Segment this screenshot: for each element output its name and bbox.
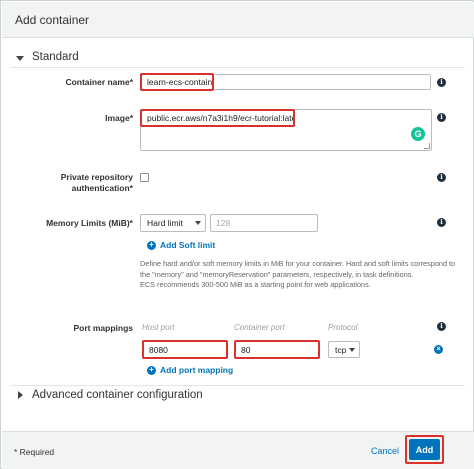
memory-help-line2: the "memory" and "memoryReservation" par… <box>140 269 414 279</box>
info-icon[interactable]: i <box>437 218 446 227</box>
plus-icon: + <box>147 240 156 250</box>
memory-help-line1: Define hard and/or soft memory limits in… <box>140 259 456 268</box>
grammarly-icon[interactable]: G <box>411 127 425 141</box>
container-port-value: 80 <box>241 344 251 355</box>
add-container-dialog: Add container Standard Container name* l… <box>0 0 474 469</box>
section-title-standard[interactable]: Standard <box>32 51 79 63</box>
container-name-input-extent[interactable] <box>214 74 431 90</box>
protocol-select[interactable]: tcp <box>328 341 360 358</box>
image-label: Image* <box>105 113 133 123</box>
image-value: public.ecr.aws/n7a3i1h9/ecr-tutorial:lat… <box>147 113 295 123</box>
memory-limit-placeholder: 128 <box>216 218 231 228</box>
container-port-input[interactable]: 80 <box>234 340 320 359</box>
memory-limit-type-select[interactable]: Hard limit <box>140 214 206 232</box>
chevron-down-icon <box>349 347 355 352</box>
memory-limits-label: Memory Limits (MiB)* <box>46 218 133 228</box>
add-port-mapping-label: Add port mapping <box>160 365 234 375</box>
info-icon[interactable]: i <box>437 173 446 182</box>
memory-limit-type-value: Hard limit <box>147 218 183 228</box>
protocol-column-header: Protocol <box>328 323 358 332</box>
info-icon[interactable]: i <box>437 113 446 122</box>
host-port-value: 8080 <box>149 344 168 355</box>
container-name-input[interactable]: learn-ecs-container <box>140 73 214 91</box>
add-button[interactable]: Add <box>409 439 440 460</box>
info-icon[interactable]: i <box>437 322 446 331</box>
private-repo-auth-label: Private repository authentication* <box>11 172 133 194</box>
port-mappings-label: Port mappings <box>73 323 133 333</box>
remove-port-mapping-icon[interactable]: × <box>434 345 443 354</box>
plus-icon: + <box>147 365 156 375</box>
private-repo-auth-label-line1: Private repository <box>60 172 133 182</box>
memory-limits-help: Define hard and/or soft memory limits in… <box>140 259 460 291</box>
section-title-advanced[interactable]: Advanced container configuration <box>32 389 203 401</box>
resize-handle-icon[interactable] <box>424 143 430 149</box>
container-name-value: learn-ecs-container <box>147 77 214 87</box>
section-divider <box>11 385 465 386</box>
chevron-down-icon <box>195 221 201 225</box>
container-name-label: Container name* <box>65 77 133 87</box>
dialog-header: Add container <box>2 2 474 38</box>
info-icon[interactable]: i <box>437 78 446 87</box>
host-port-column-header: Host port <box>142 323 175 332</box>
caret-down-icon[interactable] <box>16 56 24 61</box>
memory-limit-input[interactable]: 128 <box>210 214 318 232</box>
memory-help-line3: ECS recommends 300-500 MiB as a starting… <box>140 280 371 289</box>
private-repo-auth-checkbox[interactable] <box>140 173 149 182</box>
add-soft-limit-link[interactable]: + Add Soft limit <box>147 240 215 250</box>
private-repo-auth-label-line2: authentication* <box>71 183 133 193</box>
host-port-input[interactable]: 8080 <box>142 340 228 359</box>
image-value-highlight[interactable]: public.ecr.aws/n7a3i1h9/ecr-tutorial:lat… <box>140 109 295 127</box>
section-divider <box>11 67 465 68</box>
container-port-column-header: Container port <box>234 323 285 332</box>
cancel-button[interactable]: Cancel <box>371 446 399 456</box>
dialog-footer: * Required Cancel Add <box>2 431 474 469</box>
add-port-mapping-link[interactable]: + Add port mapping <box>147 365 233 375</box>
protocol-value: tcp <box>335 344 347 355</box>
caret-right-icon[interactable] <box>18 391 23 399</box>
dialog-title: Add container <box>15 13 90 27</box>
add-soft-limit-label: Add Soft limit <box>160 240 216 250</box>
required-note: * Required <box>14 447 55 457</box>
